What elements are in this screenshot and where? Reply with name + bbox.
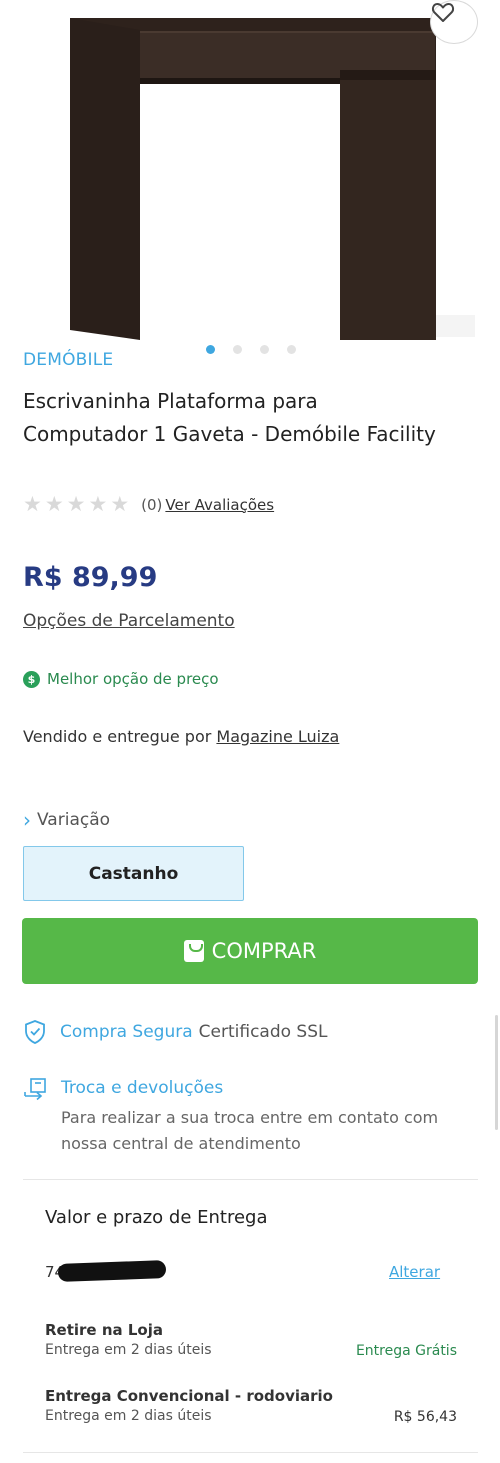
carousel-dot[interactable] (287, 345, 296, 354)
desk-image (70, 18, 475, 340)
exchange-description: Para realizar a sua troca entre em conta… (61, 1108, 439, 1153)
divider (23, 1179, 478, 1180)
delivery-option-name: Entrega Convencional - rodoviario (45, 1387, 333, 1405)
redaction-mark (57, 1260, 167, 1282)
best-price-badge: $ Melhor opção de preço (23, 670, 219, 688)
exchange-box-icon (24, 1078, 46, 1101)
star-icon: ★ (88, 492, 108, 516)
exchange-returns[interactable]: Troca e devoluções Para realizar a sua t… (23, 1075, 481, 1157)
delivery-option-conventional: Entrega Convencional - rodoviario Entreg… (45, 1387, 457, 1425)
star-icon: ★ (44, 492, 64, 516)
installments-link[interactable]: Opções de Parcelamento (23, 611, 235, 631)
seller-prefix: Vendido e entregue por (23, 727, 212, 746)
variation-option-selected[interactable]: Castanho (23, 846, 244, 901)
view-reviews-link[interactable]: Ver Avaliações (165, 496, 274, 514)
product-image[interactable] (0, 0, 500, 340)
favorite-button[interactable] (430, 0, 478, 44)
product-price: R$ 89,99 (23, 562, 158, 593)
delivery-option-price: Entrega Grátis (355, 1343, 457, 1359)
rating: ★ ★ ★ ★ ★ (0) Ver Avaliações (23, 494, 274, 515)
secure-purchase: Compra Segura Certificado SSL (23, 1019, 327, 1045)
secure-label: Compra Segura (60, 1022, 193, 1042)
carousel-dot[interactable] (260, 345, 269, 354)
shield-check-icon (25, 1020, 45, 1044)
product-brand[interactable]: DEMÓBILE (23, 350, 113, 370)
star-icon: ★ (110, 492, 130, 516)
delivery-option-pickup: Retire na Loja Entrega em 2 dias úteis E… (45, 1321, 457, 1359)
ssl-certificate-text: Certificado SSL (198, 1022, 328, 1042)
carousel-dot[interactable] (233, 345, 242, 354)
carousel-dot[interactable] (206, 345, 215, 354)
variation-toggle[interactable]: › Variação (23, 808, 110, 832)
seller-info: Vendido e entregue por Magazine Luiza (23, 727, 339, 746)
shopping-bag-icon (183, 940, 204, 962)
dollar-icon: $ (23, 670, 40, 688)
rating-stars: ★ ★ ★ ★ ★ (23, 494, 129, 515)
divider (23, 1452, 478, 1453)
best-price-text: Melhor opção de preço (47, 670, 219, 688)
star-icon: ★ (23, 492, 42, 516)
heart-icon (431, 3, 455, 22)
star-icon: ★ (66, 492, 86, 516)
delivery-option-name: Retire na Loja (45, 1321, 163, 1339)
buy-button[interactable]: COMPRAR (22, 918, 478, 984)
buy-button-label: COMPRAR (211, 939, 317, 963)
scrollbar[interactable] (495, 1015, 498, 1130)
exchange-label[interactable]: Troca e devoluções (61, 1078, 223, 1098)
change-zip-link[interactable]: Alterar (389, 1263, 440, 1281)
chevron-right-icon: › (23, 808, 31, 832)
variation-label: Variação (37, 810, 111, 830)
delivery-option-price: R$ 56,43 (393, 1409, 457, 1425)
image-carousel-dots[interactable] (206, 345, 296, 354)
product-title: Escrivaninha Plataforma para Computador … (23, 389, 436, 446)
delivery-title: Valor e prazo de Entrega (45, 1207, 268, 1228)
seller-link[interactable]: Magazine Luiza (216, 727, 339, 746)
reviews-count: (0) (141, 495, 163, 514)
